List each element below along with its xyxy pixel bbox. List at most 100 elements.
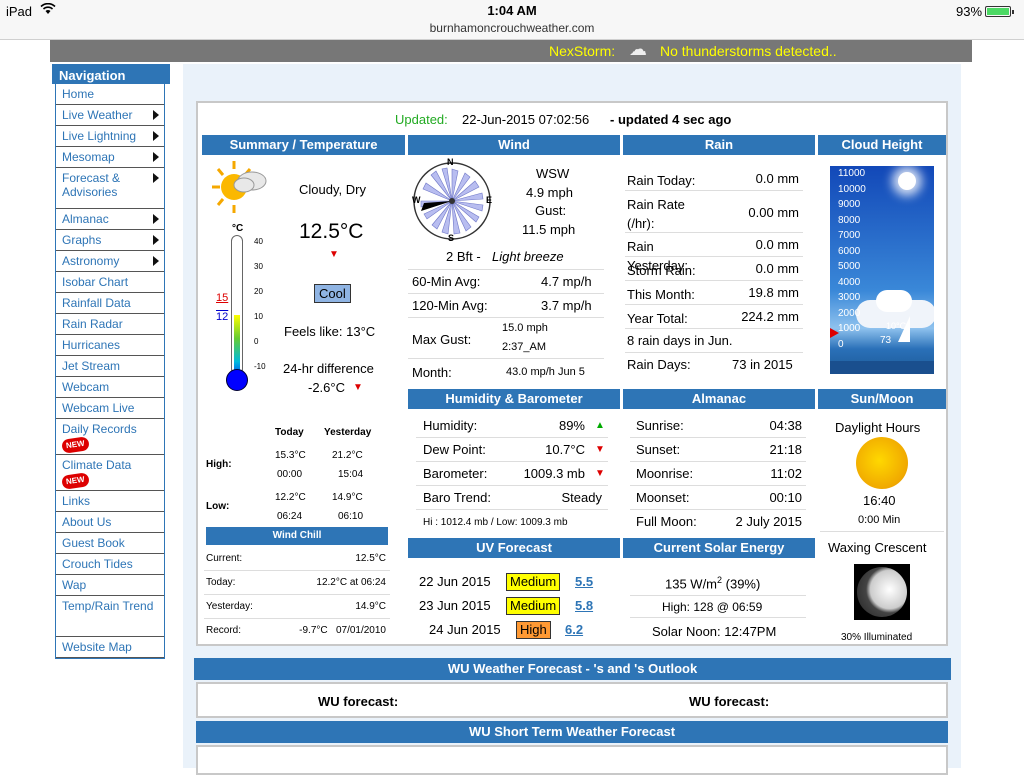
low-yest-value: 14.9°C [332,492,363,503]
rain-row-value: 224.2 mm [741,309,799,324]
moon-phase: Waxing Crescent [828,540,927,555]
battery-percent: 93% [956,4,983,19]
submenu-arrow-icon [153,152,159,162]
nav-item-isobar-chart[interactable]: Isobar Chart [56,272,164,293]
wind-header: Wind [408,135,620,155]
solar-value: 135 W/m2 (39%) [665,575,760,591]
uv-level-badge: High [516,621,551,639]
daylight-label: Daylight Hours [835,420,921,435]
compass-e: E [486,195,493,205]
compass-s: S [448,233,455,243]
updated-label: Updated: [395,112,448,127]
avg120-value: 3.7 mp/h [541,298,592,313]
nav-item-rain-radar[interactable]: Rain Radar [56,314,164,335]
thermo-tick: 10 [254,312,263,321]
diff-down-arrow-icon: ▼ [353,382,363,393]
uv-index-link[interactable]: 5.5 [575,574,593,589]
cloud-height-label: 73 [880,335,892,346]
cloud-tick: 8000 [838,214,861,226]
nav-item-home[interactable]: Home [56,84,164,105]
nav-item-jet-stream[interactable]: Jet Stream [56,356,164,377]
nav-item-website-map[interactable]: Website Map [56,637,164,658]
rain-days-label: Rain Days: [627,357,691,372]
new-badge: NEW [61,436,90,454]
nav-item-temp-rain-trend[interactable]: Temp/Rain Trend [56,596,164,637]
almanac-row-label: Moonset: [636,490,690,505]
almanac-header: Almanac [623,389,815,409]
nav-item-links[interactable]: Links [56,491,164,512]
almanac-row-value: 2 July 2015 [735,514,803,529]
nav-item-rainfall-data[interactable]: Rainfall Data [56,293,164,314]
nav-item-mesomap[interactable]: Mesomap [56,147,164,168]
row-separator [204,594,390,595]
nav-item-about-us[interactable]: About Us [56,512,164,533]
submenu-arrow-icon [153,256,159,266]
avg120-label: 120-Min Avg: [412,298,488,313]
humidity-header: Humidity & Barometer [408,389,620,409]
wu-short-term-box [196,745,948,775]
rain-row-label: Rain Today: [627,173,696,188]
nav-item-guest-book[interactable]: Guest Book [56,533,164,554]
thermo-tick: 40 [254,237,263,246]
nav-item-climate-data[interactable]: Climate Data NEW [56,455,164,491]
nav-item-hurricanes[interactable]: Hurricanes [56,335,164,356]
nav-item-astronomy[interactable]: Astronomy [56,251,164,272]
humidity-row-value: 10.7°C [545,442,585,457]
row-separator [625,280,803,281]
feels-like-text: Feels like: 13°C [284,324,376,339]
address-bar-url[interactable]: burnhamoncrouchweather.com [0,21,1024,35]
rain-days-month: 8 rain days in Jun. [627,333,733,348]
nav-item-label: About Us [62,515,112,529]
row-separator [630,437,806,438]
uv-index-link[interactable]: 6.2 [565,622,583,637]
cloud-tick: 6000 [838,245,861,257]
nav-item-webcam-live[interactable]: Webcam Live [56,398,164,419]
nav-item-label: Website Map [62,640,132,654]
uv-level-badge: Medium [506,573,561,591]
diff-value: -2.6°C [308,380,345,395]
cloud-tick: 5000 [838,261,861,272]
maxgust-label: Max Gust: [412,332,472,347]
rain-row-label: Rain Rate (/hr): [627,197,685,231]
row-separator [416,437,608,438]
nav-item-crouch-tides[interactable]: Crouch Tides [56,554,164,575]
high-label: High: [206,459,232,470]
thermometer-icon [226,235,248,395]
row-separator [625,304,803,305]
high-today-value: 15.3°C [275,450,306,461]
humidity-row-label: Dew Point: [423,442,486,457]
cloud-tick: 0 [838,338,844,350]
nav-item-label: Jet Stream [62,359,121,373]
nav-item-daily-records[interactable]: Daily Records NEW [56,419,164,455]
nav-item-forecast-advisories[interactable]: Forecast & Advisories [56,168,164,209]
nav-item-label: Daily Records [62,422,137,436]
nav-item-live-weather[interactable]: Live Weather [56,105,164,126]
clock-time: 1:04 AM [487,3,537,18]
diff-label: 24-hr difference [283,361,374,376]
nav-item-almanac[interactable]: Almanac [56,209,164,230]
nexstorm-message: No thunderstorms detected.. [660,43,837,59]
nav-item-live-lightning[interactable]: Live Lightning [56,126,164,147]
nav-item-label: Webcam [62,380,110,394]
nav-item-graphs[interactable]: Graphs [56,230,164,251]
gust-label: Gust: [535,203,567,218]
nav-item-label: Forecast & Advisories [62,171,121,199]
row-separator [204,618,390,619]
avg60-label: 60-Min Avg: [412,274,481,289]
high-today-time: 00:00 [277,469,303,480]
new-badge: NEW [61,472,90,490]
almanac-row-value: 04:38 [769,418,802,433]
nav-item-webcam[interactable]: Webcam [56,377,164,398]
solar-value-text: 135 W/m [665,576,718,592]
uv-index-link[interactable]: 5.8 [575,598,593,613]
daylight-hours: 16:40 [863,493,896,508]
rain-row-value: 0.0 mm [755,237,799,252]
nav-item-label: Crouch Tides [62,557,133,571]
uv-date: 22 Jun 2015 [419,574,491,589]
cloud-tick: 9000 [838,199,861,210]
wind-speed: 4.9 mph [526,185,573,200]
nav-item-wap[interactable]: Wap [56,575,164,596]
wind-direction: WSW [536,166,570,181]
compass-n: N [447,157,454,167]
condition-text: Cloudy, Dry [299,182,366,197]
